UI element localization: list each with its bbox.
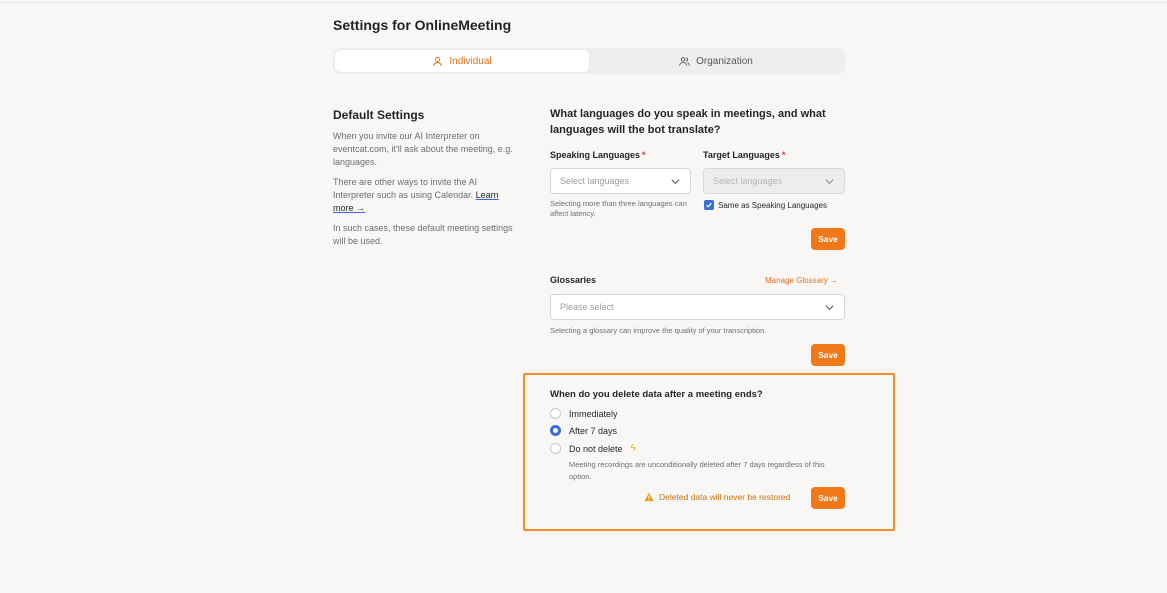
target-languages-placeholder: Select languages bbox=[713, 176, 783, 186]
same-as-speaking-option[interactable]: Same as Speaking Languages bbox=[704, 200, 827, 210]
default-settings-desc-1: When you invite our AI Interpreter on ev… bbox=[333, 131, 513, 167]
manage-glossary-link[interactable]: Manage Glossary → bbox=[765, 276, 838, 285]
glossary-placeholder: Please select bbox=[560, 302, 614, 312]
page-title: Settings for OnlineMeeting bbox=[333, 17, 512, 33]
radio-option-label: Immediately bbox=[569, 408, 618, 419]
chevron-down-icon bbox=[825, 178, 834, 184]
speaking-languages-hint: Selecting more than three languages can … bbox=[550, 199, 687, 218]
radio-option-do-not-delete[interactable]: Do not delete ϟ bbox=[550, 443, 636, 454]
required-mark: * bbox=[642, 150, 646, 160]
same-as-speaking-label: Same as Speaking Languages bbox=[718, 200, 827, 210]
radio-button[interactable] bbox=[550, 408, 561, 419]
tab-individual-label: Individual bbox=[449, 55, 492, 67]
glossary-select[interactable]: Please select bbox=[550, 294, 845, 320]
data-deletion-note: Meeting recordings are unconditionally d… bbox=[569, 460, 825, 481]
user-icon bbox=[433, 56, 443, 66]
data-deletion-question: When do you delete data after a meeting … bbox=[550, 389, 763, 400]
radio-option-label: Do not delete bbox=[569, 443, 623, 454]
default-settings-title: Default Settings bbox=[333, 108, 425, 122]
radio-option-immediately[interactable]: Immediately bbox=[550, 408, 618, 419]
target-languages-select[interactable]: Select languages bbox=[703, 168, 845, 194]
lightning-icon: ϟ bbox=[630, 443, 636, 454]
speaking-languages-label-text: Speaking Languages bbox=[550, 150, 641, 160]
tab-individual[interactable]: Individual bbox=[335, 50, 589, 72]
settings-tabs: Individual Organization bbox=[333, 48, 845, 74]
deletion-warning-text: Deleted data will never be restored bbox=[659, 492, 791, 502]
default-settings-desc-3: In such cases, these default meeting set… bbox=[333, 223, 513, 246]
chevron-down-icon bbox=[671, 178, 680, 184]
users-icon bbox=[679, 56, 690, 66]
radio-option-after-7-days[interactable]: After 7 days bbox=[550, 425, 617, 436]
radio-option-label: After 7 days bbox=[569, 425, 618, 436]
default-settings-desc-2-text: There are other ways to invite the AI In… bbox=[333, 177, 478, 200]
speaking-languages-select[interactable]: Select languages bbox=[550, 168, 691, 194]
data-deletion-save-button[interactable]: Save bbox=[811, 487, 845, 509]
default-settings-desc-2: There are other ways to invite the AI In… bbox=[333, 176, 513, 215]
radio-button[interactable] bbox=[550, 443, 561, 454]
tab-organization-label: Organization bbox=[696, 55, 753, 67]
glossaries-label: Glossaries bbox=[550, 275, 597, 285]
top-divider bbox=[0, 2, 1167, 3]
same-as-speaking-checkbox[interactable] bbox=[704, 200, 714, 210]
manage-glossary-label: Manage Glossary bbox=[765, 276, 828, 285]
checkmark-icon bbox=[706, 202, 712, 208]
warning-icon bbox=[644, 492, 654, 502]
languages-question: What languages do you speak in meetings,… bbox=[550, 108, 826, 136]
languages-save-button[interactable]: Save bbox=[811, 228, 845, 250]
chevron-down-icon bbox=[825, 304, 834, 310]
glossaries-save-button[interactable]: Save bbox=[811, 344, 845, 366]
target-languages-label: Target Languages * bbox=[703, 150, 785, 160]
default-settings-panel: Default Settings When you invite our AI … bbox=[333, 108, 513, 255]
target-languages-label-text: Target Languages bbox=[703, 150, 780, 160]
speaking-languages-label: Speaking Languages * bbox=[550, 150, 646, 160]
speaking-languages-placeholder: Select languages bbox=[560, 176, 630, 186]
radio-button-checked[interactable] bbox=[550, 425, 561, 436]
glossary-hint: Selecting a glossary can improve the qua… bbox=[550, 326, 767, 335]
tab-organization[interactable]: Organization bbox=[589, 50, 843, 72]
deletion-warning: Deleted data will never be restored bbox=[644, 492, 790, 502]
required-mark: * bbox=[781, 150, 786, 160]
